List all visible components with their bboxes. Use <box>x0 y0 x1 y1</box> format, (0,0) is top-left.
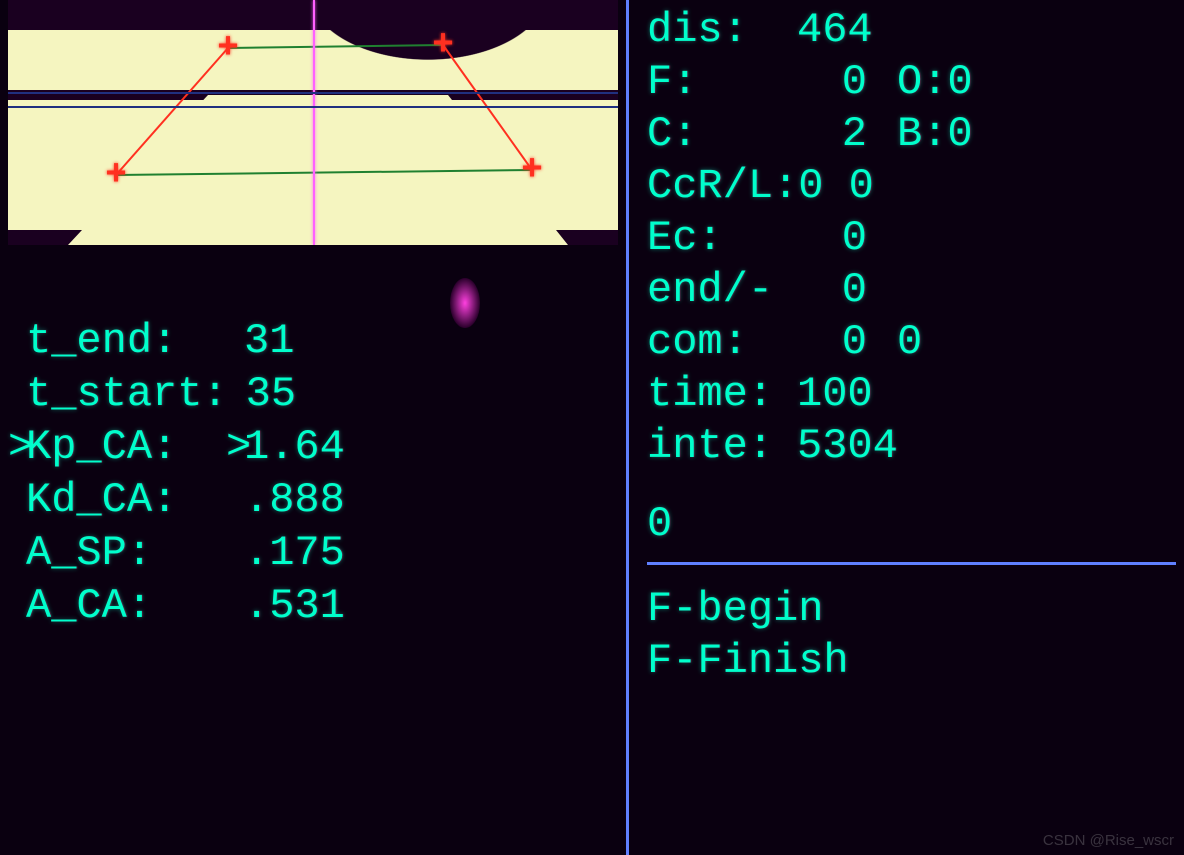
selector-icon <box>8 527 26 580</box>
selector-icon <box>8 474 26 527</box>
param-value: .888 <box>244 474 345 527</box>
right-panel: dis:464F:0O:0C:2B:0CcR/L:0 0Ec:0end/-0co… <box>626 0 1184 855</box>
readout-label: CcR/L: <box>647 160 798 212</box>
param-value: 1.64 <box>244 421 345 474</box>
readout-value: 464 <box>797 4 903 56</box>
readout-row-inte: inte:5304 <box>647 420 1176 472</box>
selector-icon <box>226 315 244 368</box>
center-line <box>313 0 315 245</box>
readout-row-time: time:100 <box>647 368 1176 420</box>
readout-label: com: <box>647 316 797 368</box>
readout-value: 0 <box>797 212 897 264</box>
param-row-tstart[interactable]: t_start: 35 <box>8 368 626 421</box>
left-panel: ++++ t_end: 31 t_start: 35>Kp_CA:> 1.64 … <box>0 0 626 855</box>
readout-label: time: <box>647 368 797 420</box>
selector-icon: > <box>8 421 26 474</box>
horizon-line-2 <box>8 106 618 108</box>
track-marker-0: + <box>217 28 239 69</box>
readout-label: inte: <box>647 420 797 472</box>
param-label: Kd_CA: <box>26 474 226 527</box>
param-value: 35 <box>246 368 296 421</box>
readout-label: F: <box>647 56 797 108</box>
readout-row-ccrl: CcR/L:0 0 <box>647 160 1176 212</box>
divider <box>647 562 1176 565</box>
artifact-blob <box>450 278 480 328</box>
readout-value: 2 <box>797 108 897 160</box>
selector-icon <box>226 527 244 580</box>
param-row-aca[interactable]: A_CA: .531 <box>8 580 626 633</box>
readout-value: 5304 <box>797 420 928 472</box>
readout-value: 0 <box>797 264 897 316</box>
readout-value: 100 <box>797 368 903 420</box>
selector-icon <box>8 315 26 368</box>
readout-row-ec: Ec:0 <box>647 212 1176 264</box>
status-line-1: F-begin <box>647 583 1176 635</box>
param-row-kdca[interactable]: Kd_CA: .888 <box>8 474 626 527</box>
status-line-2: F-Finish <box>647 635 1176 687</box>
horizon-line-1 <box>8 92 618 94</box>
selector-icon <box>226 580 244 633</box>
param-label: t_start: <box>26 368 228 421</box>
param-value: 31 <box>244 315 294 368</box>
param-label: Kp_CA: <box>26 421 226 474</box>
param-row-kpca[interactable]: >Kp_CA:> 1.64 <box>8 421 626 474</box>
selector-icon <box>228 368 246 421</box>
readout-extra: B:0 <box>897 108 973 160</box>
readout-label: Ec: <box>647 212 797 264</box>
readout-row-com: com:00 <box>647 316 1176 368</box>
readout-value: 0 <box>797 56 897 108</box>
readout-label: dis: <box>647 4 797 56</box>
readout-label: C: <box>647 108 797 160</box>
param-label: t_end: <box>26 315 226 368</box>
camera-view: + + + + <box>8 0 618 245</box>
param-label: A_SP: <box>26 527 226 580</box>
standalone-value: 0 <box>647 498 1176 550</box>
selector-icon <box>226 474 244 527</box>
track-marker-2: + <box>105 155 127 196</box>
readout-row-c: C:2B:0 <box>647 108 1176 160</box>
param-value: .531 <box>244 580 345 633</box>
readout-row-f: F:0O:0 <box>647 56 1176 108</box>
selector-icon <box>8 580 26 633</box>
readout-row-end: end/-0 <box>647 264 1176 316</box>
readout-extra: O:0 <box>897 56 973 108</box>
param-row-tend[interactable]: t_end: 31 <box>8 315 626 368</box>
param-label: A_CA: <box>26 580 226 633</box>
readout-value: 0 0 <box>798 160 904 212</box>
readout-row-dis: dis:464 <box>647 4 1176 56</box>
readout-extra: 0 <box>897 316 922 368</box>
selector-icon: > <box>226 421 244 474</box>
selector-icon <box>8 368 26 421</box>
track-marker-3: + <box>521 150 543 191</box>
watermark: CSDN @Rise_wscr <box>1043 832 1174 849</box>
readout-value: 0 <box>797 316 897 368</box>
track-marker-1: + <box>432 25 454 66</box>
param-row-asp[interactable]: A_SP: .175 <box>8 527 626 580</box>
param-value: .175 <box>244 527 345 580</box>
readout-label: end/- <box>647 264 797 316</box>
